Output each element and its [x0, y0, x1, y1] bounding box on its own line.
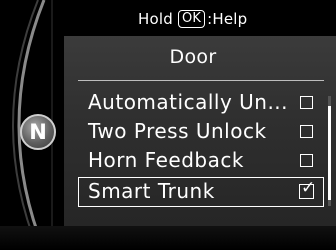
settings-panel: Door Automatically Un... Two Press Unloc…	[64, 36, 336, 226]
cluster-display: Hold OK :Help Door Automatically Un... T…	[0, 0, 336, 250]
title-divider	[78, 80, 324, 81]
checkbox-unchecked-icon[interactable]	[300, 125, 313, 138]
menu-item-two-press-unlock[interactable]: Two Press Unlock	[78, 117, 324, 147]
checkbox-unchecked-icon[interactable]	[300, 154, 313, 167]
menu-item-horn-feedback[interactable]: Horn Feedback	[78, 146, 324, 176]
menu-item-smart-trunk[interactable]: Smart Trunk ✓	[78, 177, 324, 207]
menu-item-label: Two Press Unlock	[88, 119, 267, 143]
help-hint-prefix: Hold	[138, 10, 173, 28]
checkbox-unchecked-icon[interactable]	[300, 96, 313, 109]
menu-item-auto-unlock[interactable]: Automatically Un...	[78, 88, 324, 118]
bottom-strip	[0, 226, 336, 250]
scrollbar-thumb[interactable]	[328, 106, 331, 200]
help-hint-suffix: :Help	[207, 10, 248, 28]
menu-item-label: Horn Feedback	[88, 148, 244, 172]
gear-letter: N	[29, 120, 47, 144]
checkmark-icon: ✓	[301, 178, 316, 198]
checkbox-checked-icon[interactable]: ✓	[299, 180, 315, 199]
page-title: Door	[169, 46, 217, 68]
menu-item-label: Automatically Un...	[88, 90, 289, 114]
gear-indicator: N	[20, 114, 56, 150]
help-header: Hold OK :Help	[58, 0, 336, 36]
menu-item-label: Smart Trunk	[88, 179, 215, 203]
ok-button-icon: OK	[177, 10, 206, 28]
help-hint: Hold OK :Help	[138, 8, 247, 30]
